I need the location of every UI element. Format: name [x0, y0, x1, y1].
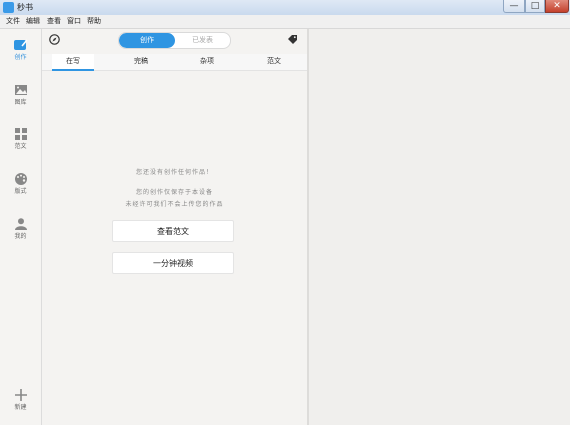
tab-writing[interactable]: 在写: [52, 54, 94, 71]
video-tutorial-button[interactable]: 一分钟视频: [112, 252, 234, 274]
sidebar: 创作 图库 范文 版式 我的 新建: [0, 29, 42, 425]
editor-area: [309, 29, 570, 425]
publish-toggle: 创作 已发表: [118, 32, 231, 49]
sidebar-item-label: 版式: [14, 188, 27, 195]
segment-published[interactable]: 已发表: [175, 33, 230, 48]
privacy-note-2: 未经许可我们不会上传您的作品: [125, 201, 224, 208]
menu-window[interactable]: 窗口: [67, 15, 81, 28]
menu-file[interactable]: 文件: [6, 15, 20, 28]
tab-misc[interactable]: 杂项: [186, 54, 228, 69]
sidebar-item-gallery[interactable]: 图库: [0, 84, 41, 107]
app-icon: [3, 2, 14, 13]
status-tabs: 在写 完稿 杂项 范文: [42, 54, 307, 71]
sidebar-item-label: 图库: [14, 99, 27, 106]
sidebar-item-label: 创作: [14, 54, 27, 61]
user-icon: [14, 218, 27, 230]
minimize-button[interactable]: —: [503, 0, 525, 13]
window-title: 秒书: [17, 3, 33, 12]
sidebar-item-label: 范文: [14, 143, 27, 150]
plus-icon: [14, 389, 27, 401]
new-button-label: 新建: [14, 404, 27, 411]
menu-edit[interactable]: 编辑: [26, 15, 40, 28]
close-button[interactable]: ✕: [545, 0, 569, 13]
tab-finished[interactable]: 完稿: [120, 54, 162, 69]
image-icon: [14, 85, 27, 95]
sidebar-item-label: 我的: [14, 233, 27, 240]
compass-icon[interactable]: [49, 34, 60, 45]
view-samples-button[interactable]: 查看范文: [112, 220, 234, 242]
sidebar-item-me[interactable]: 我的: [0, 218, 41, 241]
grid-icon: [14, 128, 27, 140]
title-bar: 秒书 — □ ✕: [0, 0, 570, 16]
segment-create[interactable]: 创作: [119, 33, 175, 48]
palette-icon: [14, 173, 27, 185]
menu-view[interactable]: 查看: [47, 15, 61, 28]
edit-icon: [13, 39, 28, 50]
maximize-button[interactable]: □: [525, 0, 545, 13]
tag-icon[interactable]: [287, 34, 298, 44]
tab-samples[interactable]: 范文: [253, 54, 295, 69]
empty-message: 您还没有创作任何作品！: [135, 169, 213, 176]
menu-help[interactable]: 帮助: [87, 15, 101, 28]
new-button[interactable]: 新建: [0, 389, 41, 412]
privacy-note: 您的创作仅保存于本设备: [135, 189, 213, 196]
sidebar-item-create[interactable]: 创作: [0, 39, 41, 62]
sidebar-item-samples[interactable]: 范文: [0, 128, 41, 151]
menu-bar: 文件 编辑 查看 窗口 帮助: [0, 15, 570, 29]
sidebar-item-layout[interactable]: 版式: [0, 173, 41, 196]
